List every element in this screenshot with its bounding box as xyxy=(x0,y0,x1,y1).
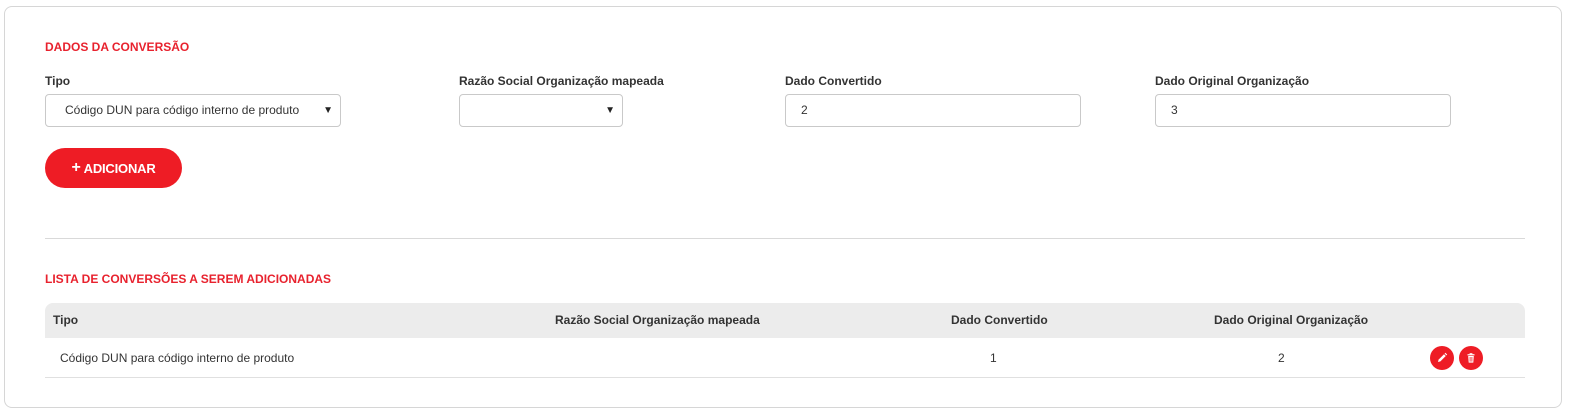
dado-convertido-label: Dado Convertido xyxy=(785,74,882,88)
cell-dado-original: 2 xyxy=(1278,351,1285,365)
tipo-label: Tipo xyxy=(45,74,71,88)
tipo-select-value: Código DUN para código interno de produt… xyxy=(65,103,300,117)
razao-social-label: Razão Social Organização mapeada xyxy=(459,74,664,88)
column-header-dado-convertido: Dado Convertido xyxy=(951,313,1048,327)
table-header: Tipo Razão Social Organização mapeada Da… xyxy=(45,303,1525,338)
column-header-tipo: Tipo xyxy=(53,313,79,327)
edit-button[interactable] xyxy=(1430,346,1454,370)
list-section-title: LISTA DE CONVERSÕES A SEREM ADICIONADAS xyxy=(45,272,332,286)
caret-down-icon: ▼ xyxy=(605,105,615,116)
razao-social-select[interactable]: ▼ xyxy=(459,94,623,127)
dado-convertido-input[interactable]: 2 xyxy=(785,94,1081,127)
section-divider xyxy=(45,238,1525,239)
trash-icon xyxy=(1467,353,1475,363)
column-header-razao-social: Razão Social Organização mapeada xyxy=(555,313,760,327)
cell-dado-convertido: 1 xyxy=(990,351,997,365)
dado-original-label: Dado Original Organização xyxy=(1155,74,1310,88)
add-button-label: ADICIONAR xyxy=(83,160,156,176)
form-section-title: DADOS DA CONVERSÃO xyxy=(45,40,190,54)
dado-original-input[interactable]: 3 xyxy=(1155,94,1451,127)
delete-button[interactable] xyxy=(1459,346,1483,370)
pencil-icon xyxy=(1438,352,1448,362)
caret-down-icon: ▼ xyxy=(323,105,333,116)
add-button[interactable]: + ADICIONAR xyxy=(45,148,182,188)
table-row: Código DUN para código interno de produt… xyxy=(45,338,1525,378)
column-header-dado-original: Dado Original Organização xyxy=(1214,313,1369,327)
plus-icon: + xyxy=(71,159,81,176)
tipo-select[interactable]: Código DUN para código interno de produt… xyxy=(45,94,341,127)
cell-tipo: Código DUN para código interno de produt… xyxy=(60,351,295,365)
